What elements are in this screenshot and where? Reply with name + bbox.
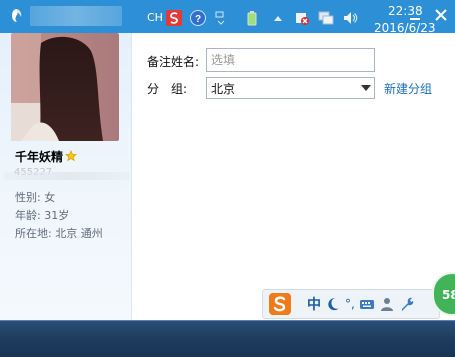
svg-text:?: ?	[195, 14, 201, 25]
title-text-blurred	[30, 6, 122, 26]
chevron-down-icon[interactable]	[358, 78, 374, 98]
language-indicator[interactable]: CH	[147, 11, 163, 24]
remark-name-input[interactable]	[206, 48, 375, 72]
wrench-icon[interactable]	[399, 296, 415, 312]
ime-mode-text[interactable]: 中	[307, 294, 321, 314]
nickname: 千年妖精	[15, 149, 64, 164]
group-label: 分 组:	[147, 82, 188, 96]
show-hidden-icons-icon[interactable]	[270, 10, 286, 26]
user-icon[interactable]	[379, 296, 395, 312]
new-group-link[interactable]: 新建分组	[384, 80, 432, 97]
ime-toolbar[interactable]: 中 °,	[262, 289, 440, 319]
clock-date[interactable]: 2016/6/23	[374, 21, 436, 35]
qq-number-mask	[4, 172, 130, 180]
sogou-tray-icon[interactable]	[166, 10, 182, 26]
clock-time[interactable]: 22:38	[388, 4, 423, 18]
nickname-row: 千年妖精	[15, 148, 77, 164]
action-center-icon[interactable]	[294, 10, 310, 26]
keyboard-icon[interactable]	[359, 296, 375, 312]
chevron-down-icon[interactable]	[213, 10, 229, 26]
help-icon[interactable]: ?	[190, 10, 206, 26]
punctuation-icon[interactable]: °,	[345, 297, 355, 311]
qq-penguin-icon	[12, 9, 22, 22]
gender-text: 性别: 女	[15, 191, 56, 204]
star-icon	[65, 150, 77, 162]
sogou-s-icon[interactable]	[269, 293, 291, 315]
battery-icon[interactable]	[244, 10, 260, 26]
volume-icon[interactable]	[342, 10, 358, 26]
location-text: 所在地: 北京 通州	[15, 227, 103, 240]
group-select-value: 北京	[211, 81, 236, 96]
remark-label: 备注姓名:	[147, 55, 200, 69]
avatar	[11, 33, 119, 141]
taskbar	[0, 320, 455, 357]
network-icon[interactable]	[318, 10, 334, 26]
age-text: 年龄: 31岁	[15, 209, 70, 222]
group-select[interactable]: 北京	[206, 77, 375, 99]
moon-icon[interactable]	[325, 296, 341, 312]
